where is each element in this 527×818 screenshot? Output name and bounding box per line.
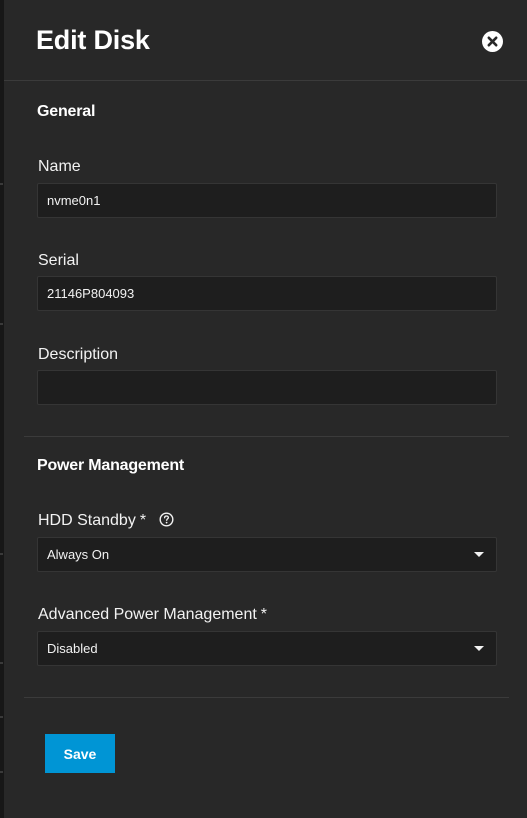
serial-label: Serial xyxy=(38,252,79,269)
backdrop-fragment xyxy=(0,662,3,664)
close-circle-icon xyxy=(482,31,503,52)
hdd-standby-selected-value: Always On xyxy=(47,547,110,562)
advanced-power-management-select[interactable]: Disabled xyxy=(37,631,497,666)
close-button[interactable] xyxy=(482,31,503,52)
backdrop-fragment xyxy=(0,323,3,325)
backdrop-fragment xyxy=(0,716,3,718)
hdd-standby-select[interactable]: Always On xyxy=(37,537,497,572)
description-label: Description xyxy=(38,346,119,363)
hdd-standby-label: HDD Standby * xyxy=(38,512,174,530)
edit-disk-panel: Edit Disk General Name Serial Descriptio… xyxy=(4,0,527,818)
name-input[interactable] xyxy=(37,183,497,218)
required-asterisk: * xyxy=(260,606,268,623)
help-circle-icon[interactable] xyxy=(159,512,174,527)
backdrop-fragment xyxy=(0,553,3,555)
backdrop-fragment xyxy=(0,771,3,773)
backdrop-fragment xyxy=(0,183,3,185)
dialog-header: Edit Disk xyxy=(4,0,527,81)
section-title-general: General xyxy=(37,103,96,120)
name-label: Name xyxy=(38,158,81,175)
chevron-down-icon xyxy=(474,646,484,651)
serial-input[interactable] xyxy=(37,276,497,311)
save-button[interactable]: Save xyxy=(45,734,115,773)
description-input[interactable] xyxy=(37,370,497,405)
actions-divider xyxy=(24,697,509,698)
section-divider xyxy=(24,436,509,437)
advanced-power-management-selected-value: Disabled xyxy=(47,641,98,656)
section-title-power-management: Power Management xyxy=(37,457,185,474)
advanced-power-management-label-text: Advanced Power Management xyxy=(38,606,257,623)
dialog-title: Edit Disk xyxy=(36,25,150,55)
required-asterisk: * xyxy=(139,512,147,529)
chevron-down-icon xyxy=(474,552,484,557)
advanced-power-management-label: Advanced Power Management * xyxy=(38,606,267,624)
hdd-standby-label-text: HDD Standby xyxy=(38,512,136,529)
